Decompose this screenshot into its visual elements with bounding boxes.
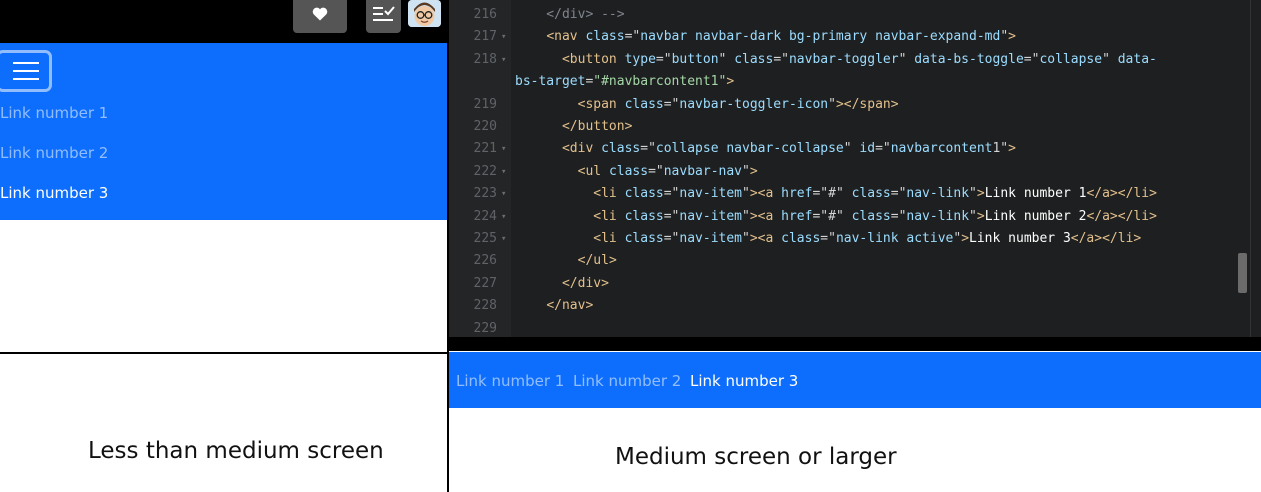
fold-arrow-icon[interactable]: ▾ — [501, 26, 506, 48]
code-text: <nav class="navbar navbar-dark bg-primar… — [546, 29, 1016, 45]
code-text: <ul class="navbar-nav"> — [577, 163, 758, 179]
nav-link-2[interactable]: Link number 2 — [573, 372, 681, 390]
code-line[interactable]: 224 ▾ <li class="nav-item"><a href="#" cl… — [449, 206, 1249, 228]
line-number: 225 — [473, 231, 497, 246]
code-line[interactable]: 219 <span class="navbar-toggler-icon"></… — [449, 94, 1249, 116]
line-number: 229 — [473, 320, 497, 336]
navbar-small-screen: Link number 1 Link number 2 Link number … — [0, 43, 448, 220]
favorite-button[interactable] — [293, 0, 347, 33]
code-line[interactable]: bs-target="#navbarcontent1"> — [449, 71, 1249, 93]
code-text: bs-target="#navbarcontent1"> — [515, 74, 735, 90]
scrollbar-track[interactable] — [1250, 0, 1251, 337]
line-number: 216 — [473, 7, 497, 22]
task-list-button[interactable] — [366, 0, 401, 33]
editor-bottom-bar — [449, 337, 1261, 351]
avatar-icon — [408, 0, 441, 27]
line-number: 223 — [473, 186, 497, 202]
nav-link-2[interactable]: Link number 2 — [0, 144, 108, 162]
avatar[interactable] — [408, 0, 441, 27]
list-check-icon — [371, 4, 397, 29]
code-line[interactable]: 221 ▾ <div class="collapse navbar-collaps… — [449, 138, 1249, 160]
code-line[interactable]: 223 ▾ <li class="nav-item"><a href="#" cl… — [449, 183, 1249, 205]
line-number: 226 — [473, 253, 497, 269]
code-text: <span class="navbar-toggler-icon"></span… — [577, 96, 899, 112]
code-line[interactable]: 227 </div> — [449, 273, 1249, 295]
nav-link-3-active[interactable]: Link number 3 — [0, 184, 108, 202]
code-text: </button> — [561, 119, 633, 134]
code-text: <li class="nav-item"><a href="#" class="… — [593, 208, 1157, 224]
line-number: 218 — [473, 51, 497, 67]
nav-link-3-active[interactable]: Link number 3 — [690, 372, 798, 390]
code-line[interactable]: 220 </button> — [449, 116, 1249, 138]
top-toolbar — [0, 0, 448, 43]
line-number: 222 — [473, 163, 497, 179]
code-editor[interactable]: 216 </div> --> 217 ▾ <nav class="navbar na… — [449, 0, 1261, 337]
fold-arrow-icon[interactable]: ▾ — [501, 228, 506, 250]
line-number: 224 — [473, 208, 497, 224]
code-text: <button type="button" class="navbar-togg… — [561, 51, 1157, 67]
line-number: 217 — [473, 29, 497, 45]
line-number: 220 — [473, 119, 497, 134]
line-number: 221 — [473, 141, 497, 157]
nav-link-1[interactable]: Link number 1 — [0, 104, 108, 122]
code-text: </div> --> — [515, 7, 625, 22]
code-line[interactable]: 216 </div> --> — [449, 4, 1249, 26]
code-line[interactable]: 225 ▾ <li class="nav-item"><a class="nav-… — [449, 228, 1249, 250]
code-line[interactable]: 222 ▾ <ul class="navbar-nav"> — [449, 161, 1249, 183]
navbar-large-screen: Link number 1 Link number 2 Link number … — [449, 352, 1261, 408]
navbar-toggler-button[interactable] — [0, 50, 52, 92]
code-text: <div class="collapse navbar-collapse" id… — [561, 141, 1016, 157]
scrollbar-thumb[interactable] — [1238, 253, 1247, 293]
heart-icon — [312, 7, 328, 26]
code-line[interactable]: 229 — [449, 318, 1249, 337]
code-text: <li class="nav-item"><a class="nav-link … — [593, 231, 1142, 246]
fold-arrow-icon[interactable]: ▾ — [501, 206, 506, 228]
code-line[interactable]: 228 </nav> — [449, 295, 1249, 317]
caption-small-screen: Less than medium screen — [88, 438, 384, 464]
fold-arrow-icon[interactable]: ▾ — [501, 138, 506, 160]
code-text: </nav> — [546, 298, 594, 314]
code-line[interactable]: 218 ▾ <button type="button" class="navbar… — [449, 49, 1249, 71]
fold-arrow-icon[interactable]: ▾ — [501, 183, 506, 205]
code-text: <li class="nav-item"><a href="#" class="… — [593, 186, 1157, 202]
horizontal-divider — [0, 352, 448, 354]
line-number: 228 — [473, 298, 497, 314]
code-line[interactable]: 217 ▾ <nav class="navbar navbar-dark bg-p… — [449, 26, 1249, 48]
code-text: </ul> — [577, 253, 617, 269]
line-number: 227 — [473, 275, 497, 291]
fold-arrow-icon[interactable]: ▾ — [501, 49, 506, 71]
code-line[interactable]: 226 </ul> — [449, 250, 1249, 272]
fold-arrow-icon[interactable]: ▾ — [501, 161, 506, 183]
nav-link-1[interactable]: Link number 1 — [456, 372, 564, 390]
caption-large-screen: Medium screen or larger — [615, 444, 897, 470]
line-number: 219 — [473, 96, 497, 112]
code-text: </div> — [561, 275, 609, 291]
